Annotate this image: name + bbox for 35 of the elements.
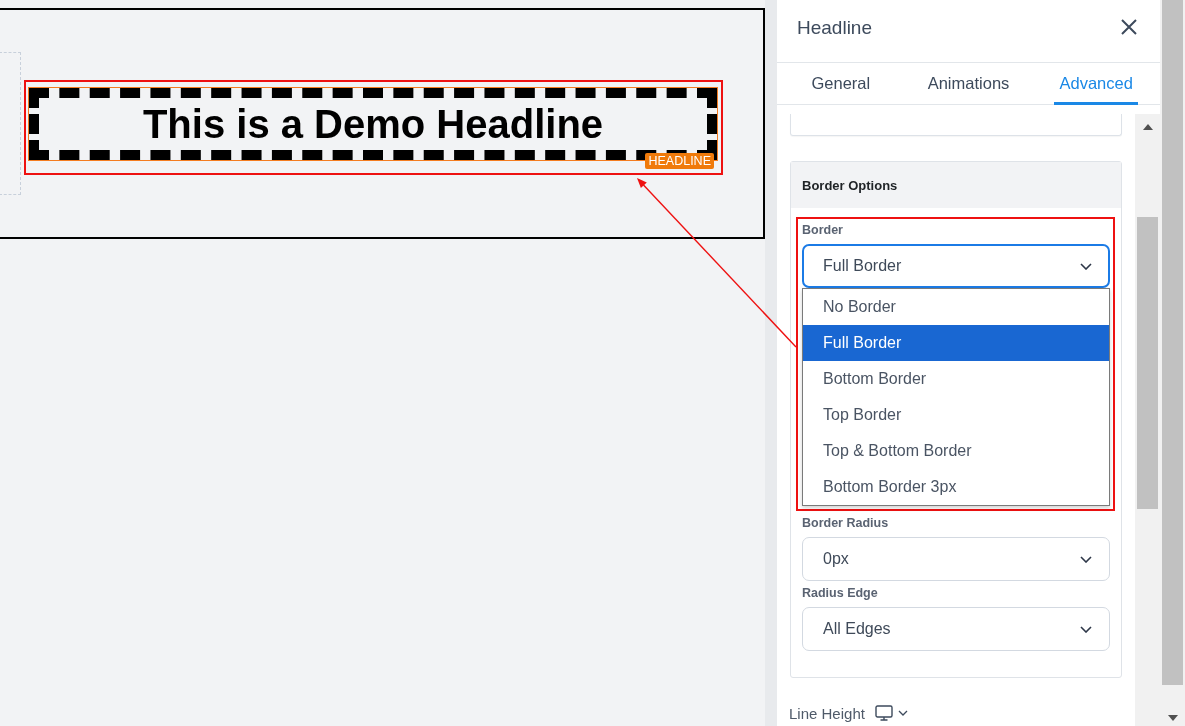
setting-label: Line Height xyxy=(789,704,865,722)
dropdown-option[interactable]: Top Border xyxy=(803,397,1109,433)
splitter-bar[interactable] xyxy=(765,0,777,726)
scrollbar-thumb[interactable] xyxy=(1137,217,1158,509)
dropdown-option[interactable]: No Border xyxy=(803,289,1109,325)
dropdown-option[interactable]: Bottom Border xyxy=(803,361,1109,397)
dropdown-option[interactable]: Full Border xyxy=(803,325,1109,361)
input-field[interactable] xyxy=(790,114,1122,136)
scroll-up-icon[interactable] xyxy=(1142,124,1153,130)
field-label: Radius Edge xyxy=(802,585,879,601)
dropdown-select[interactable]: Full Border xyxy=(802,244,1110,288)
tab[interactable]: Animations xyxy=(922,63,1015,105)
scrollbar[interactable] xyxy=(1160,0,1185,726)
dropdown-select[interactable]: All Edges xyxy=(802,607,1110,651)
field-label: Border xyxy=(802,222,844,238)
tab[interactable]: General xyxy=(806,63,876,105)
scrollbar-thumb[interactable] xyxy=(1162,0,1183,685)
scroll-down-icon[interactable] xyxy=(1167,715,1178,721)
dropdown-option[interactable]: Bottom Border 3px xyxy=(803,469,1109,505)
chevron-down-icon xyxy=(1080,625,1092,633)
close-button[interactable] xyxy=(1119,17,1139,37)
section-title: Border Options xyxy=(802,177,898,193)
dropdown-select[interactable]: 0px xyxy=(802,537,1110,581)
element-badge: HEADLINE xyxy=(645,153,714,169)
chevron-down-icon xyxy=(1080,262,1092,270)
scrollbar[interactable] xyxy=(1135,114,1160,726)
chevron-down-icon[interactable] xyxy=(897,710,908,716)
headline-text: This is a Demo Headline xyxy=(142,102,604,146)
chevron-down-icon xyxy=(1080,555,1092,563)
monitor-icon[interactable] xyxy=(874,705,893,721)
dropdown-option[interactable]: Top & Bottom Border xyxy=(803,433,1109,469)
panel-title: Headline xyxy=(797,17,872,39)
tab[interactable]: Advanced xyxy=(1054,63,1138,105)
close-icon xyxy=(1121,19,1137,35)
field-label: Border Radius xyxy=(802,515,890,531)
